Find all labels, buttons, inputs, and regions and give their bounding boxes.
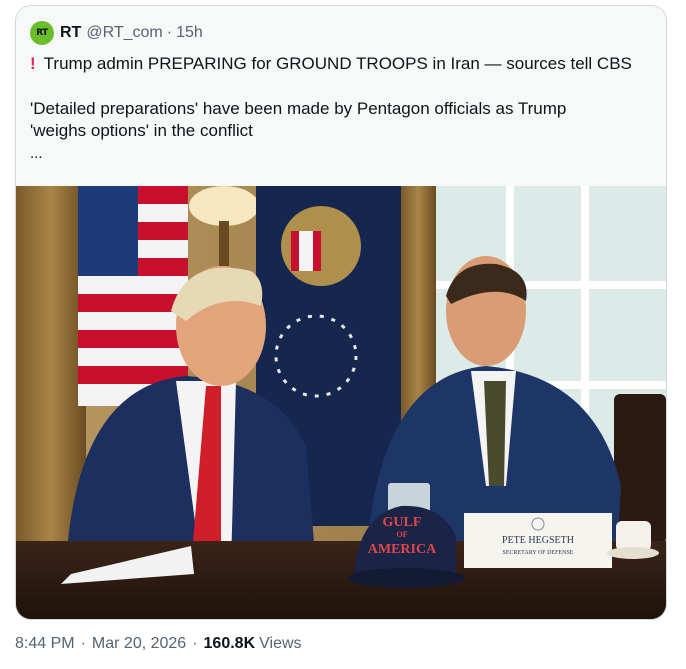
post-meta: 8:44 PM · Mar 20, 2026 · 160.8K Views bbox=[15, 635, 302, 653]
headline-text: Trump admin PREPARING for GROUND TROOPS … bbox=[43, 54, 632, 73]
meta-separator-2: · bbox=[192, 635, 198, 652]
views-label: Views bbox=[259, 635, 302, 652]
quoted-post-text-area: RT RT @RT_com · 15h ! Trump admin PREPARI… bbox=[16, 6, 666, 186]
post-body-line-2: 'weighs options' in the conflict bbox=[30, 121, 253, 140]
show-more-ellipsis[interactable]: ... bbox=[30, 144, 43, 164]
post-body: 'Detailed preparations' have been made b… bbox=[30, 98, 660, 142]
nameplate-name: PETE HEGSETH bbox=[502, 535, 574, 546]
post-headline: ! Trump admin PREPARING for GROUND TROOPS… bbox=[30, 53, 660, 75]
post-date[interactable]: Mar 20, 2026 bbox=[92, 635, 186, 653]
user-handle[interactable]: @RT_com bbox=[86, 24, 162, 42]
post-time-ago[interactable]: 15h bbox=[176, 24, 203, 42]
exclamation-icon: ! bbox=[30, 54, 36, 73]
photo-illustration: GULF OF AMERICA PETE HEGSETH SECRETARY O… bbox=[16, 186, 666, 619]
quoted-post-card[interactable]: RT RT @RT_com · 15h ! Trump admin PREPARI… bbox=[15, 5, 667, 620]
hat-text-line-2: OF bbox=[396, 530, 407, 539]
nameplate: PETE HEGSETH SECRETARY OF DEFENSE bbox=[464, 513, 612, 568]
meta-separator: · bbox=[80, 635, 86, 652]
hat-text-line-1: GULF bbox=[383, 515, 422, 530]
nameplate-title: SECRETARY OF DEFENSE bbox=[503, 550, 574, 556]
display-name[interactable]: RT bbox=[60, 24, 81, 42]
avatar-logo-text: RT bbox=[36, 28, 48, 38]
views-count[interactable]: 160.8K bbox=[204, 635, 256, 653]
header-separator: · bbox=[166, 24, 173, 41]
us-flag bbox=[78, 186, 188, 406]
post-header: RT RT @RT_com · 15h bbox=[30, 20, 203, 46]
post-photo[interactable]: GULF OF AMERICA PETE HEGSETH SECRETARY O… bbox=[16, 186, 666, 619]
avatar[interactable]: RT bbox=[30, 21, 54, 45]
post-time[interactable]: 8:44 PM bbox=[15, 635, 75, 653]
hat-text-line-3: AMERICA bbox=[368, 542, 437, 557]
post-body-line-1: 'Detailed preparations' have been made b… bbox=[30, 99, 567, 118]
